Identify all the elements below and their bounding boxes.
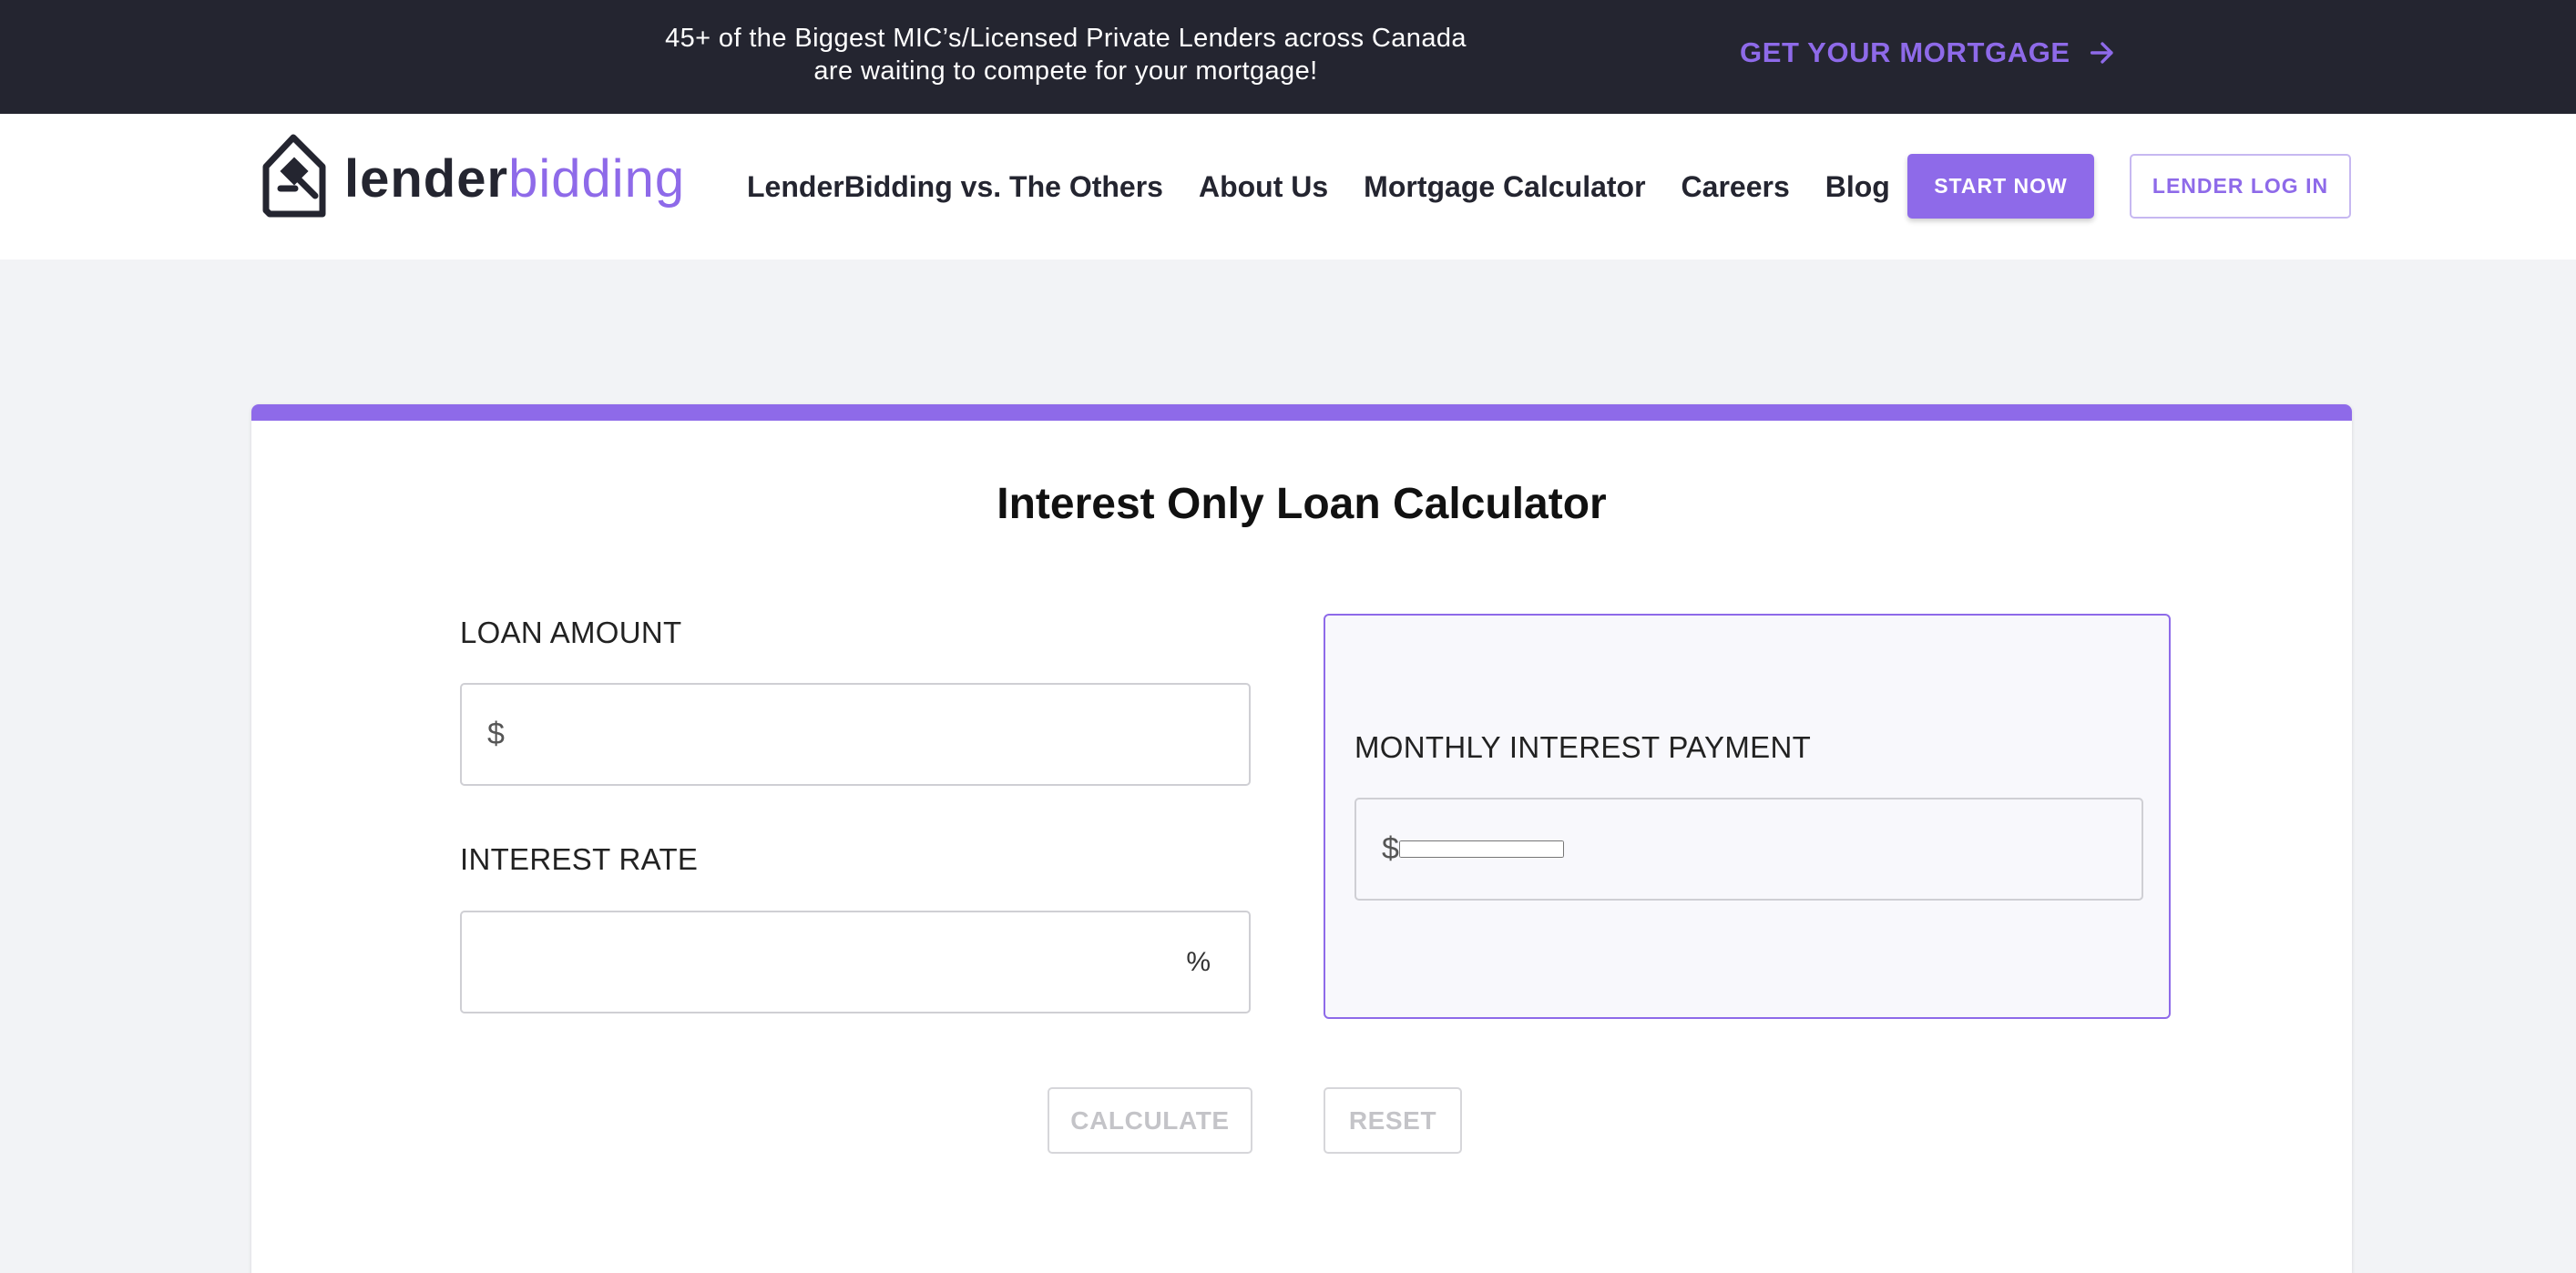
dollar-prefix: $ <box>487 717 505 751</box>
nav-blog[interactable]: Blog <box>1825 170 1890 204</box>
percent-suffix: % <box>1186 946 1211 977</box>
nav-about-us[interactable]: About Us <box>1199 170 1328 204</box>
arrow-right-icon <box>2090 42 2113 64</box>
announcement-line-2: are waiting to compete for your mortgage… <box>813 56 1318 86</box>
interest-rate-label: INTEREST RATE <box>460 842 699 876</box>
logo-text-lender: lender <box>344 149 509 209</box>
get-mortgage-link[interactable]: GET YOUR MORTGAGE <box>1740 36 2118 69</box>
monthly-payment-output[interactable] <box>1398 840 1564 858</box>
interest-rate-input[interactable] <box>462 912 1249 1012</box>
house-gavel-icon <box>262 134 326 218</box>
loan-amount-field[interactable]: $ <box>460 683 1251 786</box>
site-header: lenderbidding LenderBidding vs. The Othe… <box>0 114 2576 260</box>
nav-careers[interactable]: Careers <box>1682 170 1790 204</box>
lender-login-button[interactable]: LENDER LOG IN <box>2130 154 2351 219</box>
page-title: Interest Only Loan Calculator <box>997 480 1607 528</box>
main-nav: LenderBidding vs. The Others About Us Mo… <box>747 114 1890 260</box>
dollar-prefix: $ <box>1382 831 1399 866</box>
announcement-text: 45+ of the Biggest MIC’s/Licensed Privat… <box>565 22 1567 87</box>
logo-wordmark: lenderbidding <box>344 146 685 206</box>
announcement-line-1: 45+ of the Biggest MIC’s/Licensed Privat… <box>665 24 1467 53</box>
nav-mortgage-calculator[interactable]: Mortgage Calculator <box>1364 170 1645 204</box>
logo[interactable]: lenderbidding <box>261 130 685 221</box>
nav-lenderbidding-vs-others[interactable]: LenderBidding vs. The Others <box>747 170 1163 204</box>
interest-rate-field[interactable]: % <box>460 911 1251 1013</box>
monthly-payment-label: MONTHLY INTEREST PAYMENT <box>1354 730 1812 764</box>
calculate-button[interactable]: CALCULATE <box>1048 1087 1252 1154</box>
logo-text-bidding: bidding <box>508 149 686 209</box>
calculator-card: Interest Only Loan Calculator LOAN AMOUN… <box>251 404 2352 1273</box>
get-mortgage-label: GET YOUR MORTGAGE <box>1740 36 2070 68</box>
reset-button[interactable]: RESET <box>1324 1087 1462 1154</box>
announcement-bar: 45+ of the Biggest MIC’s/Licensed Privat… <box>0 0 2576 114</box>
monthly-payment-field[interactable]: $ <box>1354 798 2143 901</box>
loan-amount-input[interactable] <box>504 685 1249 784</box>
card-accent-bar <box>251 404 2352 421</box>
loan-amount-label: LOAN AMOUNT <box>460 616 682 649</box>
result-panel: MONTHLY INTEREST PAYMENT $ <box>1324 614 2171 1019</box>
start-now-button[interactable]: START NOW <box>1907 154 2094 219</box>
